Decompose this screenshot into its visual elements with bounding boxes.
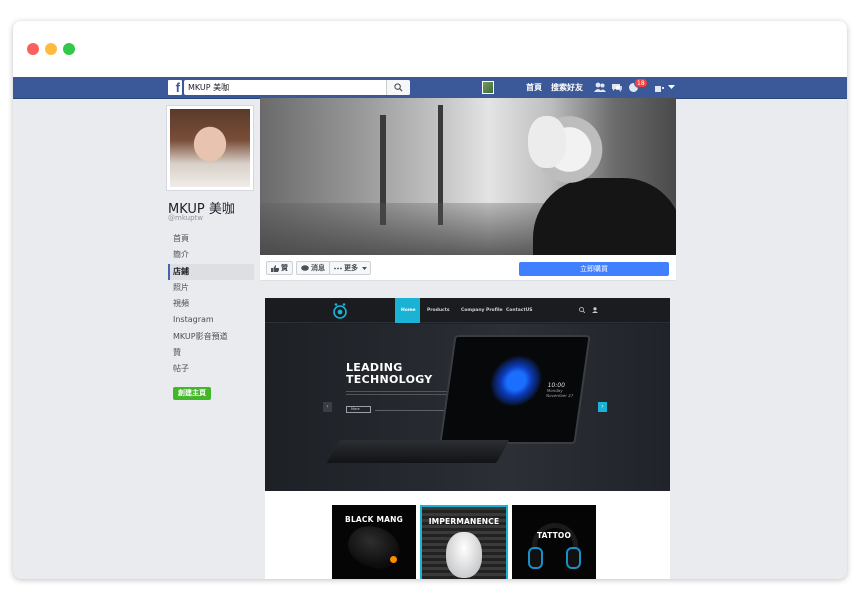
- sidebar-item[interactable]: 贊: [168, 345, 254, 361]
- tablet-device: 10:00 Monday November 27: [439, 335, 591, 444]
- headphone-earcup-right: [566, 547, 581, 569]
- window-titlebar: [13, 21, 847, 77]
- message-icon: [301, 265, 309, 271]
- mouse-logo-accent: [390, 556, 397, 563]
- chevron-down-icon: [362, 267, 367, 270]
- page-navigation: 首頁 簡介 店鋪 照片 視頻 Instagram MKUP影音預道贊帖子: [168, 231, 254, 378]
- privacy-shortcuts-icon[interactable]: [654, 82, 666, 93]
- hero-title: LEADING TECHNOLOGY: [346, 362, 433, 386]
- website-screenshot: Home Products Company Profile ContactUS …: [265, 298, 670, 498]
- profile-photo: [170, 109, 250, 187]
- thumbs-up-icon: [271, 265, 279, 272]
- message-button[interactable]: 消息: [296, 261, 330, 275]
- search-input[interactable]: MKUP 美咖: [184, 80, 410, 95]
- messages-icon[interactable]: [611, 82, 623, 93]
- page-action-bar: 贊 消息 更多 立即購買: [260, 255, 676, 281]
- search-button[interactable]: [386, 80, 410, 95]
- sidebar-item[interactable]: Instagram: [168, 312, 254, 328]
- nav-home-link[interactable]: 首頁: [526, 81, 542, 94]
- sidebar-item[interactable]: 視頻: [168, 296, 254, 312]
- more-dots-icon: [334, 267, 342, 270]
- tablet-keyboard: [326, 440, 510, 463]
- white-mouse-image: [446, 532, 482, 578]
- search-icon: [394, 83, 403, 92]
- hero-title-line-2: TECHNOLOGY: [346, 373, 433, 386]
- like-button[interactable]: 贊: [266, 261, 293, 275]
- product-thumb-tattoo: TATTOO: [512, 505, 596, 579]
- more-button[interactable]: 更多: [329, 261, 371, 275]
- site-nav-bar: Home Products Company Profile ContactUS: [265, 298, 670, 323]
- product-thumb-label: BLACK MANG: [345, 515, 403, 524]
- minimize-window-button[interactable]: [45, 43, 57, 55]
- notification-badge: 18: [634, 78, 648, 88]
- create-page-button[interactable]: 創建主頁: [173, 387, 211, 400]
- facebook-top-bar: f MKUP 美咖 首頁 搜索好友 18: [13, 77, 847, 99]
- product-thumbnails: BLACK MANG IMPERMANENCE TATTOO: [265, 491, 670, 579]
- product-thumb-label: IMPERMANENCE: [428, 517, 500, 526]
- tablet-clock: 10:00 Monday November 27: [545, 382, 575, 398]
- site-menu-home: Home: [395, 298, 420, 323]
- facebook-logo-icon[interactable]: f: [168, 80, 182, 95]
- tablet-flower-wallpaper: [486, 355, 546, 407]
- browser-window: f MKUP 美咖 首頁 搜索好友 18 MKUP 美咖 @mkuptw 首頁 …: [13, 21, 847, 579]
- website-preview-post[interactable]: Home Products Company Profile ContactUS …: [265, 298, 670, 579]
- sidebar-item[interactable]: MKUP影音預道: [168, 329, 254, 345]
- hero-text-line: [346, 394, 450, 395]
- cover-photo[interactable]: [260, 98, 676, 255]
- sidebar-item[interactable]: 店鋪: [168, 263, 254, 280]
- site-search-icon: [579, 307, 585, 313]
- site-menu-company-profile: Company Profile: [461, 308, 503, 313]
- site-menu-contact: ContactUS: [506, 308, 533, 313]
- site-logo-icon: [333, 303, 347, 319]
- hero-more-button: More: [346, 406, 371, 413]
- tablet-date: November 27: [545, 393, 574, 398]
- cover-model-face: [528, 116, 566, 168]
- gaming-mouse-image: [342, 519, 406, 575]
- page-handle[interactable]: @mkuptw: [168, 214, 203, 222]
- site-user-icon: [592, 307, 598, 313]
- account-menu-chevron-icon[interactable]: [668, 85, 675, 90]
- headphone-earcup-left: [528, 547, 543, 569]
- maximize-window-button[interactable]: [63, 43, 75, 55]
- nav-find-friends-link[interactable]: 搜索好友: [551, 81, 583, 94]
- user-avatar[interactable]: [482, 81, 494, 94]
- sidebar-item[interactable]: 照片: [168, 280, 254, 296]
- site-hero-banner: LEADING TECHNOLOGY More ‹ › 10:00 Monday: [265, 324, 670, 498]
- product-thumb-black-mang: BLACK MANG: [332, 505, 416, 579]
- like-button-label: 贊: [281, 264, 288, 272]
- close-window-button[interactable]: [27, 43, 39, 55]
- message-button-label: 消息: [311, 264, 325, 272]
- page-profile-picture[interactable]: [166, 105, 254, 191]
- sidebar-item[interactable]: 首頁: [168, 231, 254, 247]
- sidebar-item[interactable]: 簡介: [168, 247, 254, 263]
- sidebar-item[interactable]: 帖子: [168, 361, 254, 377]
- hero-prev-arrow-icon: ‹: [323, 402, 332, 412]
- product-thumb-label: TATTOO: [536, 531, 572, 540]
- friend-requests-icon[interactable]: [594, 82, 606, 93]
- product-thumb-impermanence: IMPERMANENCE: [420, 505, 508, 579]
- more-button-label: 更多: [344, 264, 358, 272]
- site-menu-products: Products: [427, 308, 450, 313]
- hero-next-arrow-icon: ›: [598, 402, 607, 412]
- shop-now-button[interactable]: 立即購買: [519, 262, 669, 276]
